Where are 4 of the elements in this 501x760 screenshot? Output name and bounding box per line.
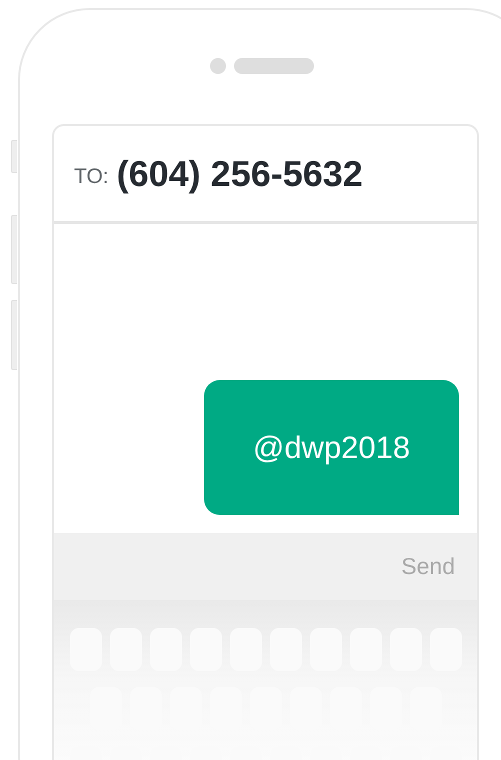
to-label: TO: — [74, 164, 109, 188]
message-bubble: @dwp2018 — [204, 380, 459, 515]
recipient-number: (604) 256-5632 — [116, 152, 363, 194]
send-button[interactable]: Send — [399, 551, 457, 582]
